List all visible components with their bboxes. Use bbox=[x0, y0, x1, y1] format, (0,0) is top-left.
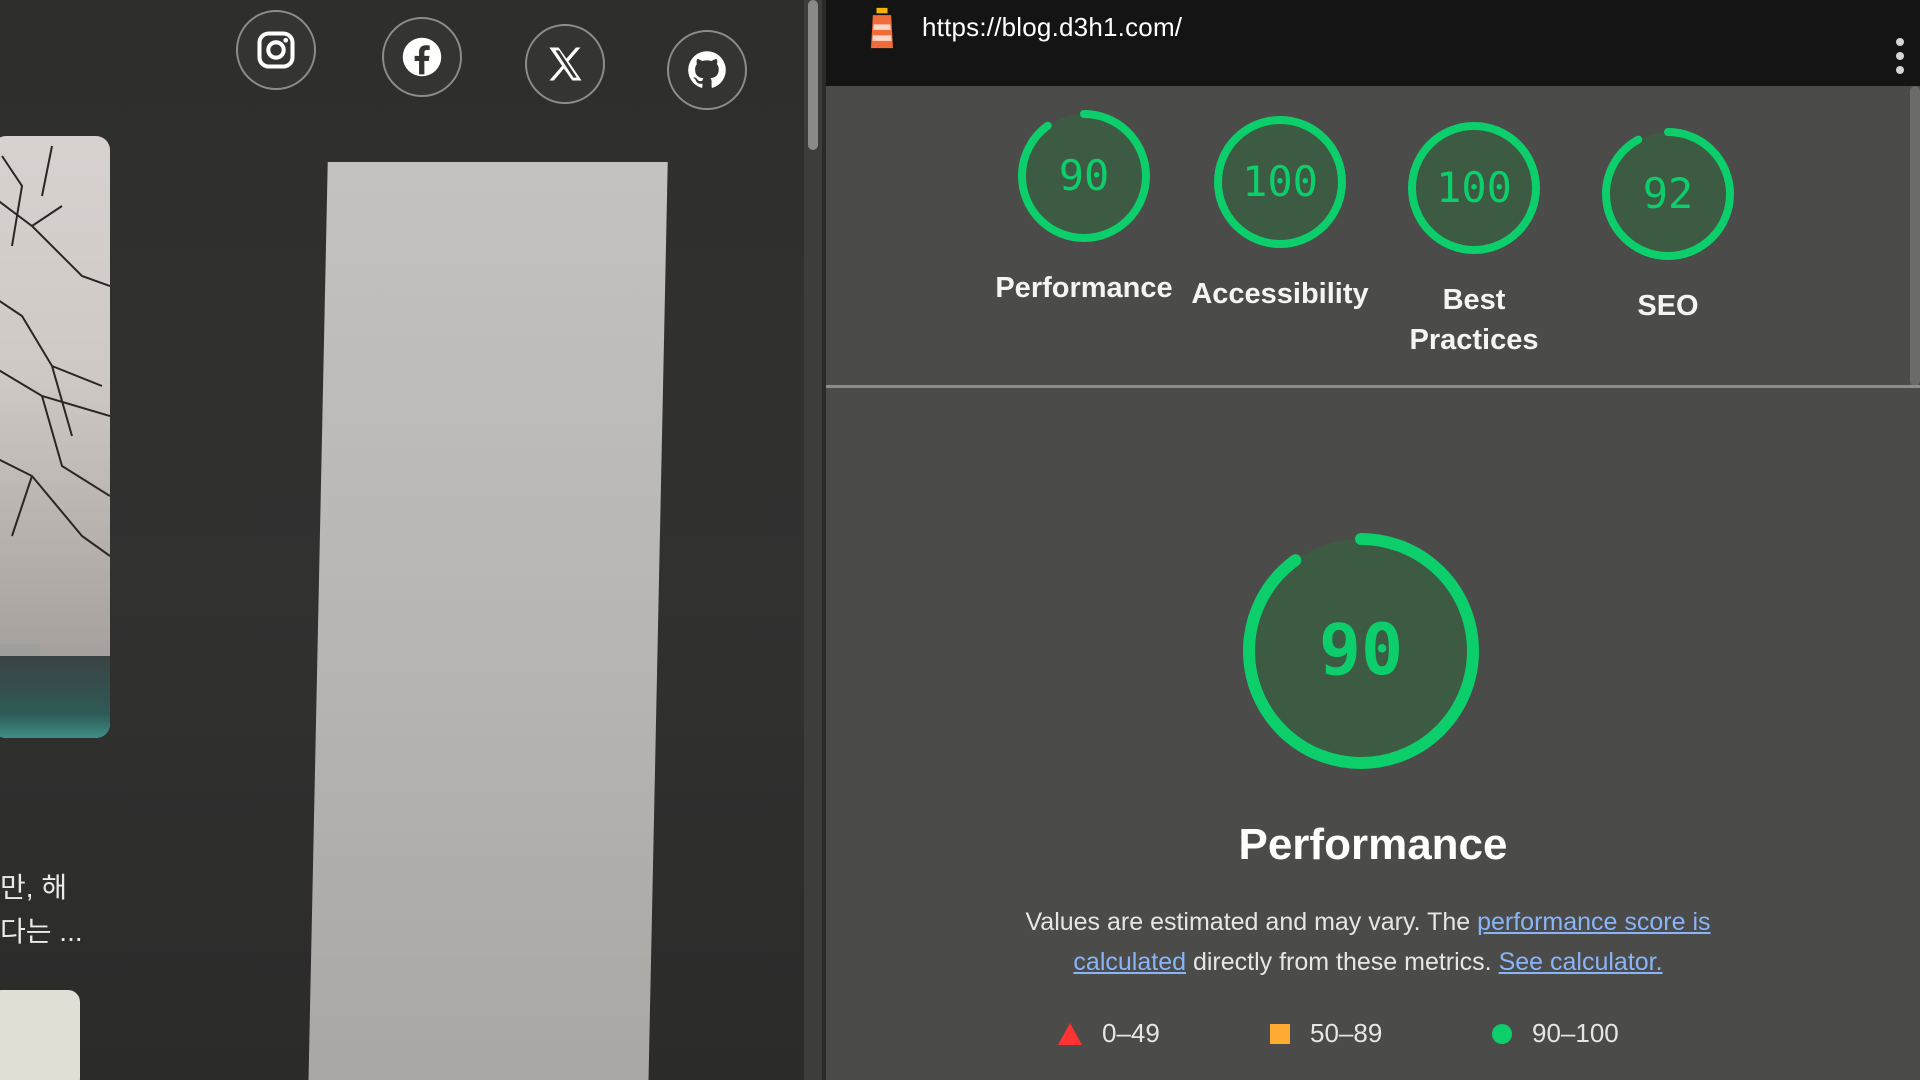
post-snippet-line1: 만, 해 bbox=[0, 872, 68, 903]
facebook-link[interactable] bbox=[382, 17, 462, 97]
lighthouse-report: https://blog.d3h1.com/ 90 Performance 10… bbox=[826, 0, 1920, 1080]
section-title: Performance bbox=[1238, 820, 1508, 869]
legend-range: 0–49 bbox=[1102, 1018, 1160, 1048]
gauge-ring: 92 bbox=[1602, 128, 1734, 260]
report-url[interactable]: https://blog.d3h1.com/ bbox=[922, 12, 1182, 43]
x-icon bbox=[549, 47, 582, 81]
github-link[interactable] bbox=[667, 30, 747, 110]
gauge-seo[interactable]: 92 SEO bbox=[1568, 124, 1768, 326]
thumbnail-building bbox=[0, 656, 110, 738]
facebook-icon bbox=[402, 37, 442, 77]
report-topbar: https://blog.d3h1.com/ bbox=[826, 0, 1920, 86]
see-calculator-link[interactable]: See calculator. bbox=[1499, 948, 1663, 976]
legend-range: 50–89 bbox=[1310, 1018, 1383, 1048]
section-divider bbox=[826, 385, 1920, 388]
desc-text-2: directly from these metrics. bbox=[1186, 948, 1499, 976]
post-thumbnail[interactable] bbox=[0, 136, 110, 738]
desc-text-1: Values are estimated and may vary. The bbox=[1025, 908, 1478, 936]
social-links bbox=[0, 0, 812, 120]
report-scrollbar[interactable] bbox=[1910, 86, 1920, 386]
square-icon bbox=[1270, 1023, 1290, 1044]
legend-average: 50–89 bbox=[1270, 1018, 1382, 1049]
performance-gauge-large: 90 bbox=[1236, 526, 1486, 776]
gauge-score: 100 bbox=[1436, 163, 1512, 212]
post-snippet-line2: 다는 ... bbox=[0, 916, 83, 947]
instagram-link[interactable] bbox=[236, 10, 316, 90]
x-link[interactable] bbox=[525, 24, 605, 104]
more-menu-icon[interactable] bbox=[1896, 38, 1906, 74]
gauge-score: 100 bbox=[1242, 157, 1318, 206]
performance-description: Values are estimated and may vary. The p… bbox=[998, 902, 1738, 982]
gauge-score: 92 bbox=[1643, 169, 1694, 218]
gauge-label: Accessibility bbox=[1191, 278, 1369, 310]
gauge-ring: 100 bbox=[1408, 122, 1540, 254]
gauge-accessibility[interactable]: 100 Accessibility bbox=[1180, 112, 1380, 314]
content-placeholder bbox=[308, 162, 668, 1080]
page-scrollbar[interactable] bbox=[804, 0, 822, 1080]
category-gauges: 90 Performance 100 Accessibility 100 Bes… bbox=[826, 96, 1920, 386]
post-card[interactable] bbox=[0, 990, 80, 1080]
post-snippet[interactable]: 만, 해 다는 ... bbox=[0, 866, 120, 954]
gauge-label: Best Practices bbox=[1409, 284, 1539, 356]
triangle-icon bbox=[1058, 1022, 1082, 1045]
legend-range: 90–100 bbox=[1532, 1018, 1619, 1048]
gauge-best-practices[interactable]: 100 Best Practices bbox=[1374, 118, 1574, 360]
legend-fail: 0–49 bbox=[1058, 1018, 1160, 1049]
gauge-ring: 100 bbox=[1214, 116, 1346, 248]
score-legend: 0–49 50–89 90–100 bbox=[1058, 1018, 1698, 1058]
lighthouse-icon bbox=[871, 7, 893, 49]
gauge-label: Performance bbox=[995, 272, 1173, 304]
tree-branches-image bbox=[0, 145, 110, 557]
gauge-score: 90 bbox=[1059, 151, 1110, 200]
page-scrollbar-thumb[interactable] bbox=[808, 0, 818, 150]
instagram-icon bbox=[257, 31, 295, 69]
legend-pass: 90–100 bbox=[1492, 1018, 1619, 1049]
circle-icon bbox=[1492, 1023, 1512, 1044]
main-score: 90 bbox=[1319, 609, 1403, 691]
gauge-ring-large: 90 bbox=[1243, 533, 1479, 769]
blog-page: 만, 해 다는 ... bbox=[0, 0, 812, 1080]
gauge-performance[interactable]: 90 Performance bbox=[984, 106, 1184, 308]
github-icon bbox=[688, 51, 726, 88]
gauge-ring: 90 bbox=[1018, 110, 1150, 242]
gauge-label: SEO bbox=[1637, 290, 1699, 322]
